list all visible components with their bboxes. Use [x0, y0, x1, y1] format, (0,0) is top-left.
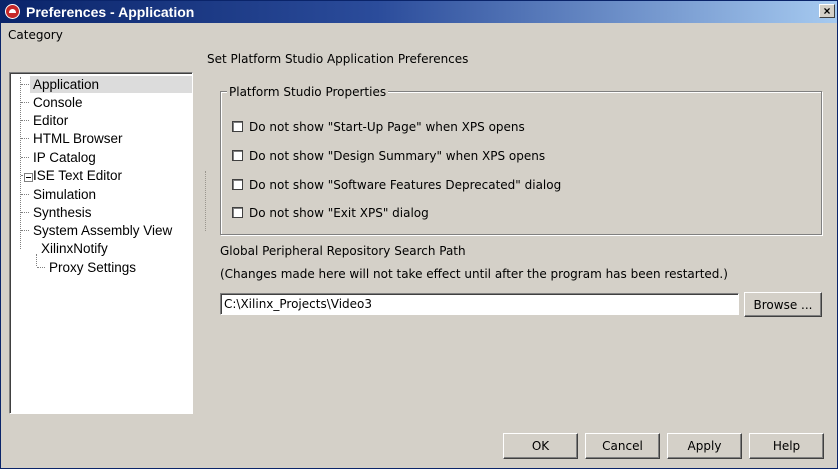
- close-button[interactable]: ×: [819, 4, 835, 18]
- tree-item-xilinxnotify[interactable]: XilinxNotify: [38, 240, 111, 257]
- checkbox-icon[interactable]: [232, 121, 243, 132]
- checkbox-icon[interactable]: [232, 179, 243, 190]
- checkbox-label: Do not show "Design Summary" when XPS op…: [249, 149, 546, 163]
- checkbox-label: Do not show "Software Features Deprecate…: [249, 178, 562, 192]
- checkbox-software-features-deprecated[interactable]: Do not show "Software Features Deprecate…: [232, 177, 561, 193]
- tree-item-html-browser[interactable]: HTML Browser: [21, 130, 126, 147]
- group-title: Platform Studio Properties: [227, 85, 389, 99]
- checkbox-exit-xps[interactable]: Do not show "Exit XPS" dialog: [232, 205, 429, 221]
- window-title: Preferences - Application: [26, 4, 195, 20]
- tree-item-ip-catalog[interactable]: IP Catalog: [21, 149, 99, 166]
- tree-item-synthesis[interactable]: Synthesis: [21, 204, 95, 221]
- page-header: Set Platform Studio Application Preferen…: [207, 52, 469, 66]
- tree-item-system-assembly-view[interactable]: System Assembly View: [20, 222, 175, 239]
- app-icon: [5, 4, 20, 19]
- category-label: Category: [8, 28, 63, 42]
- collapse-toggle-icon[interactable]: [24, 173, 33, 182]
- tree-item-console[interactable]: Console: [21, 94, 86, 111]
- repository-path-label: Global Peripheral Repository Search Path: [220, 244, 466, 258]
- checkbox-startup-page[interactable]: Do not show "Start-Up Page" when XPS ope…: [232, 119, 525, 135]
- tree-item-application[interactable]: Application: [21, 76, 192, 93]
- preferences-dialog: Preferences - Application × Category App…: [0, 0, 838, 469]
- category-tree[interactable]: Application Console Editor HTML Browser …: [9, 72, 193, 414]
- tree-item-simulation[interactable]: Simulation: [20, 186, 99, 203]
- cancel-button[interactable]: Cancel: [585, 433, 660, 459]
- pane-splitter[interactable]: [205, 171, 208, 231]
- checkbox-icon[interactable]: [232, 150, 243, 161]
- apply-button[interactable]: Apply: [667, 433, 742, 459]
- checkbox-design-summary[interactable]: Do not show "Design Summary" when XPS op…: [232, 148, 545, 164]
- ok-button[interactable]: OK: [503, 433, 578, 459]
- browse-button[interactable]: Browse ...: [744, 292, 822, 317]
- help-button[interactable]: Help: [749, 433, 824, 459]
- restart-note: (Changes made here will not take effect …: [220, 267, 728, 281]
- title-bar[interactable]: Preferences - Application ×: [1, 1, 837, 23]
- checkbox-label: Do not show "Start-Up Page" when XPS ope…: [249, 120, 525, 134]
- tree-item-ise-text-editor[interactable]: ISE Text Editor: [20, 167, 125, 184]
- checkbox-icon[interactable]: [232, 207, 243, 218]
- repository-path-input[interactable]: [220, 293, 739, 315]
- tree-item-editor[interactable]: Editor: [20, 112, 71, 129]
- tree-line: [36, 254, 37, 266]
- checkbox-label: Do not show "Exit XPS" dialog: [249, 206, 429, 220]
- tree-item-proxy-settings[interactable]: Proxy Settings: [36, 259, 139, 276]
